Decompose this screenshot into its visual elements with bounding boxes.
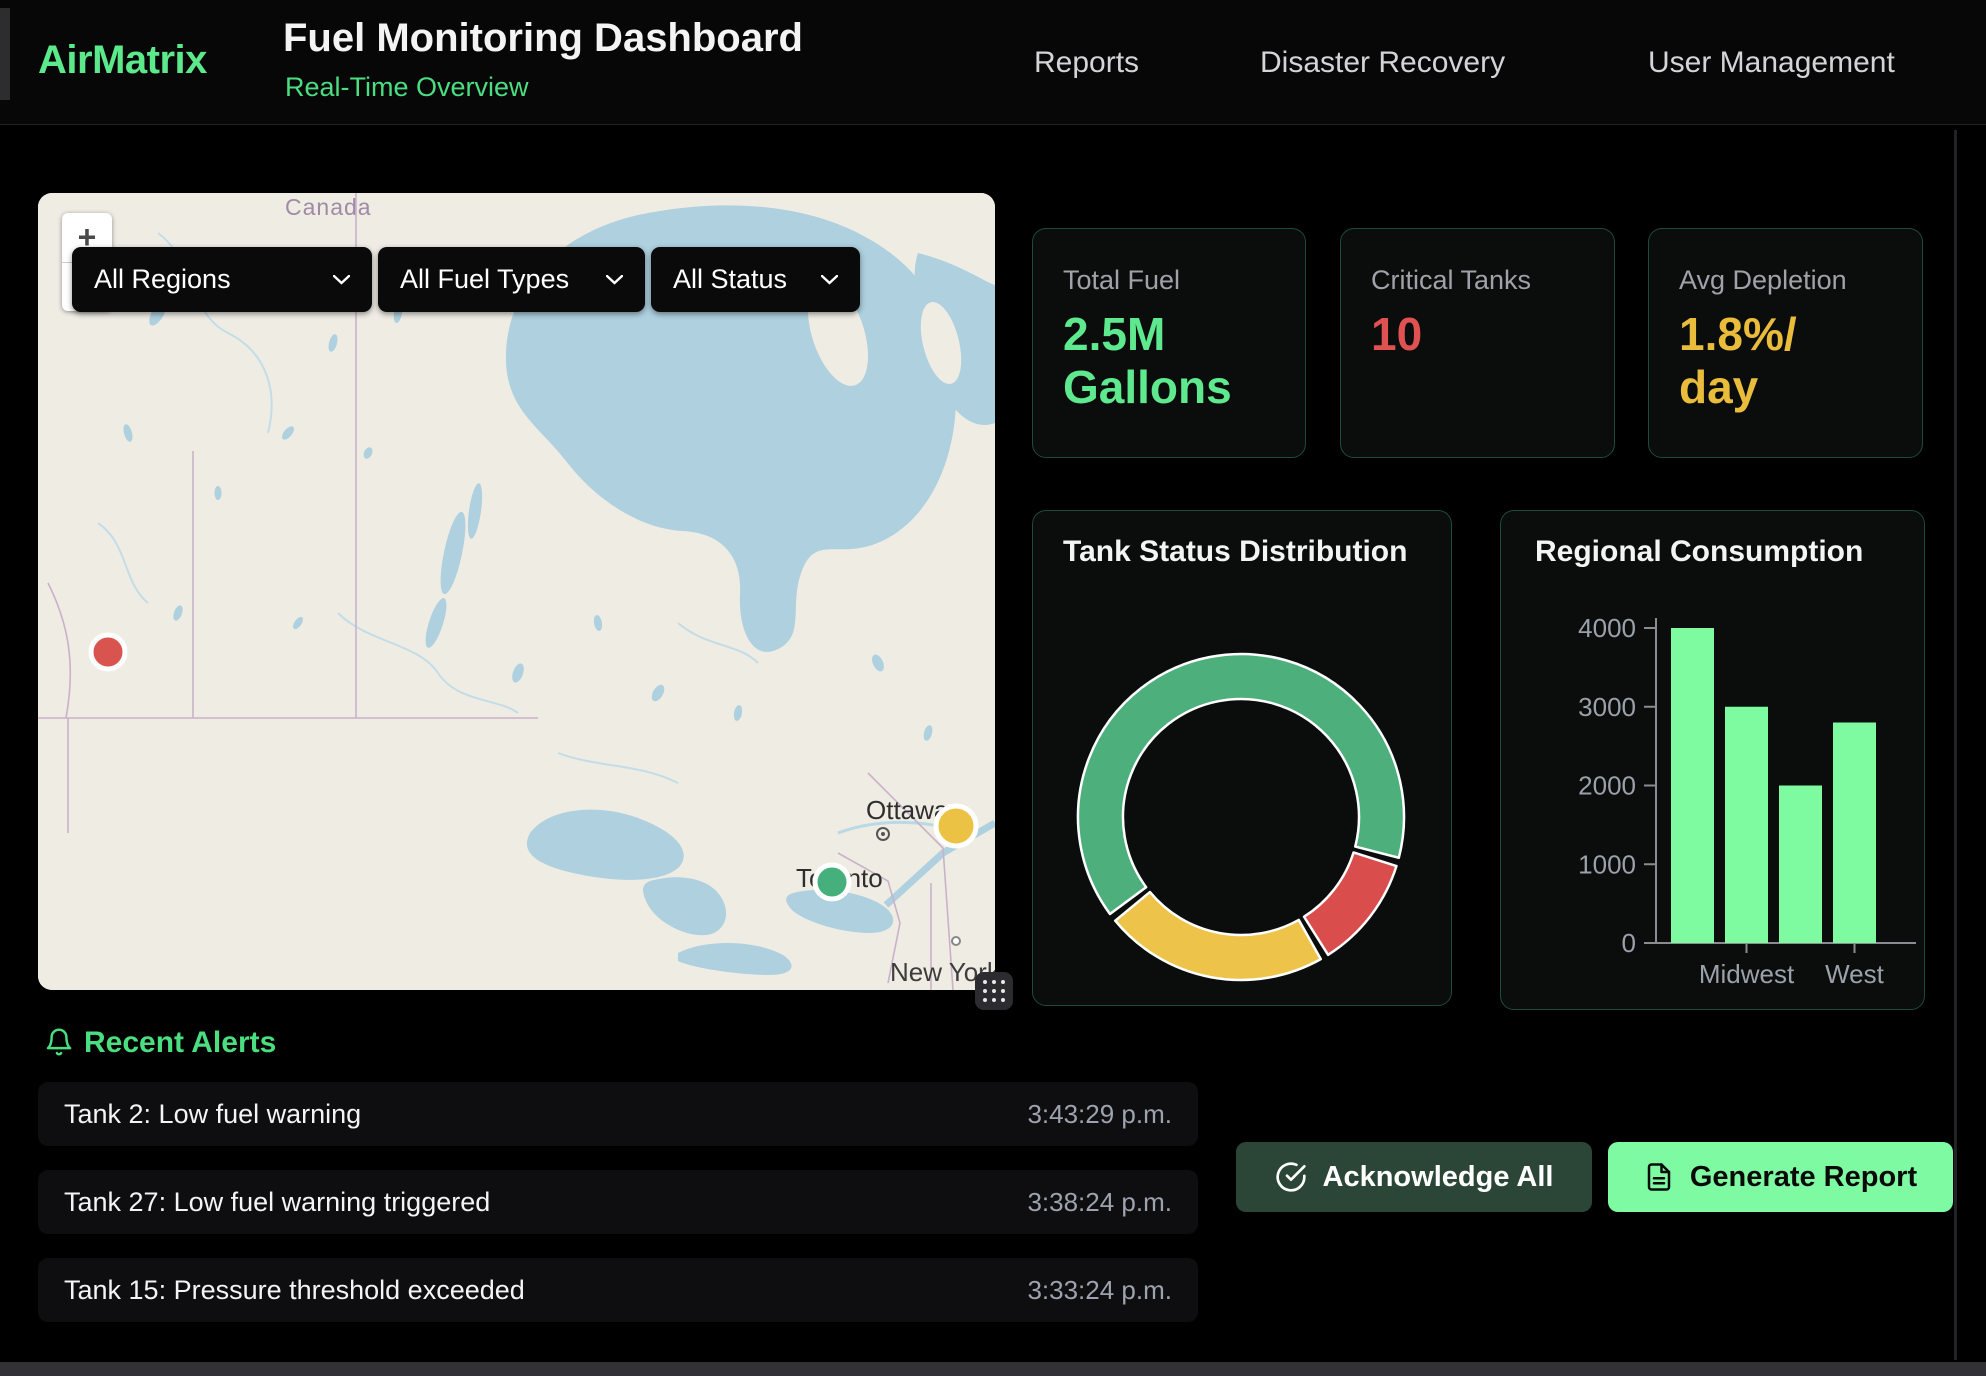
bar xyxy=(1779,786,1822,944)
check-circle-icon xyxy=(1275,1161,1307,1193)
bell-icon xyxy=(44,1026,74,1058)
map-marker-warning[interactable] xyxy=(936,806,976,846)
scrollbar-track[interactable] xyxy=(1954,130,1957,1360)
donut-chart xyxy=(1033,511,1453,1007)
page-title: Fuel Monitoring Dashboard xyxy=(283,16,803,61)
acknowledge-all-button[interactable]: Acknowledge All xyxy=(1236,1142,1592,1212)
y-tick-label: 3000 xyxy=(1578,692,1636,722)
bar xyxy=(1725,707,1768,943)
header: AirMatrix Fuel Monitoring Dashboard Real… xyxy=(0,0,1986,125)
alert-message: Tank 2: Low fuel warning xyxy=(64,1099,361,1130)
y-tick-label: 1000 xyxy=(1578,849,1636,879)
chevron-down-icon xyxy=(333,275,350,285)
region-filter-value: All Regions xyxy=(94,264,231,295)
stat-value: 1.8%/ day xyxy=(1679,308,1884,415)
brand-logo: AirMatrix xyxy=(38,38,207,83)
map-label-canada: Canada xyxy=(285,194,372,220)
status-filter-value: All Status xyxy=(673,264,787,295)
alert-message: Tank 15: Pressure threshold exceeded xyxy=(64,1275,525,1306)
y-tick-label: 0 xyxy=(1622,928,1636,958)
donut-segment-critical xyxy=(1304,852,1396,954)
regional-consumption-card: Regional Consumption 01000200030004000Mi… xyxy=(1500,510,1925,1010)
stat-label: Avg Depletion xyxy=(1679,265,1892,296)
alert-row[interactable]: Tank 15: Pressure threshold exceeded 3:3… xyxy=(38,1258,1198,1322)
map-panel: Canada Ottawa Toronto New York + − All R… xyxy=(38,193,995,990)
generate-report-label: Generate Report xyxy=(1690,1161,1917,1194)
file-text-icon xyxy=(1644,1162,1674,1192)
donut-segment-warning xyxy=(1115,892,1321,980)
stat-card-total-fuel: Total Fuel 2.5M Gallons xyxy=(1032,228,1306,458)
map-resize-grip[interactable] xyxy=(975,972,1013,1010)
map-marker-normal[interactable] xyxy=(815,865,849,899)
generate-report-button[interactable]: Generate Report xyxy=(1608,1142,1953,1212)
stat-card-avg-depletion: Avg Depletion 1.8%/ day xyxy=(1648,228,1923,458)
stat-label: Total Fuel xyxy=(1063,265,1275,296)
nav-item-disaster-recovery[interactable]: Disaster Recovery xyxy=(1260,46,1505,80)
window-edge-strip xyxy=(0,8,10,100)
alert-message: Tank 27: Low fuel warning triggered xyxy=(64,1187,490,1218)
alert-row[interactable]: Tank 2: Low fuel warning 3:43:29 p.m. xyxy=(38,1082,1198,1146)
bar xyxy=(1833,723,1876,944)
status-filter-select[interactable]: All Status xyxy=(651,247,860,312)
bar xyxy=(1671,628,1714,943)
tank-status-card: Tank Status Distribution xyxy=(1032,510,1452,1006)
alerts-heading: Recent Alerts xyxy=(84,1026,276,1060)
fuel-type-filter-select[interactable]: All Fuel Types xyxy=(378,247,645,312)
y-tick-label: 4000 xyxy=(1578,613,1636,643)
y-tick-label: 2000 xyxy=(1578,771,1636,801)
map-canvas[interactable]: Canada Ottawa Toronto New York xyxy=(38,193,995,990)
region-filter-select[interactable]: All Regions xyxy=(72,247,372,312)
fuel-filter-value: All Fuel Types xyxy=(400,264,569,295)
window-bottom-strip xyxy=(0,1362,1986,1376)
bar-chart: 0 1000 2000 3000 4000 Midwest West xyxy=(1501,511,1926,1011)
alert-timestamp: 3:33:24 p.m. xyxy=(1027,1275,1172,1306)
x-tick-label: Midwest xyxy=(1699,959,1795,989)
chevron-down-icon xyxy=(821,275,838,285)
acknowledge-all-label: Acknowledge All xyxy=(1323,1161,1554,1194)
map-marker-critical[interactable] xyxy=(91,635,125,669)
nav-item-reports[interactable]: Reports xyxy=(1034,46,1139,80)
stat-value: 10 xyxy=(1371,308,1576,361)
x-tick-label: West xyxy=(1825,959,1885,989)
alert-timestamp: 3:38:24 p.m. xyxy=(1027,1187,1172,1218)
stat-label: Critical Tanks xyxy=(1371,265,1584,296)
stat-card-critical-tanks: Critical Tanks 10 xyxy=(1340,228,1615,458)
nav-item-user-management[interactable]: User Management xyxy=(1648,46,1895,80)
page-subtitle: Real-Time Overview xyxy=(285,72,529,103)
chevron-down-icon xyxy=(606,275,623,285)
stat-value: 2.5M Gallons xyxy=(1063,308,1268,415)
alert-row[interactable]: Tank 27: Low fuel warning triggered 3:38… xyxy=(38,1170,1198,1234)
alert-timestamp: 3:43:29 p.m. xyxy=(1027,1099,1172,1130)
